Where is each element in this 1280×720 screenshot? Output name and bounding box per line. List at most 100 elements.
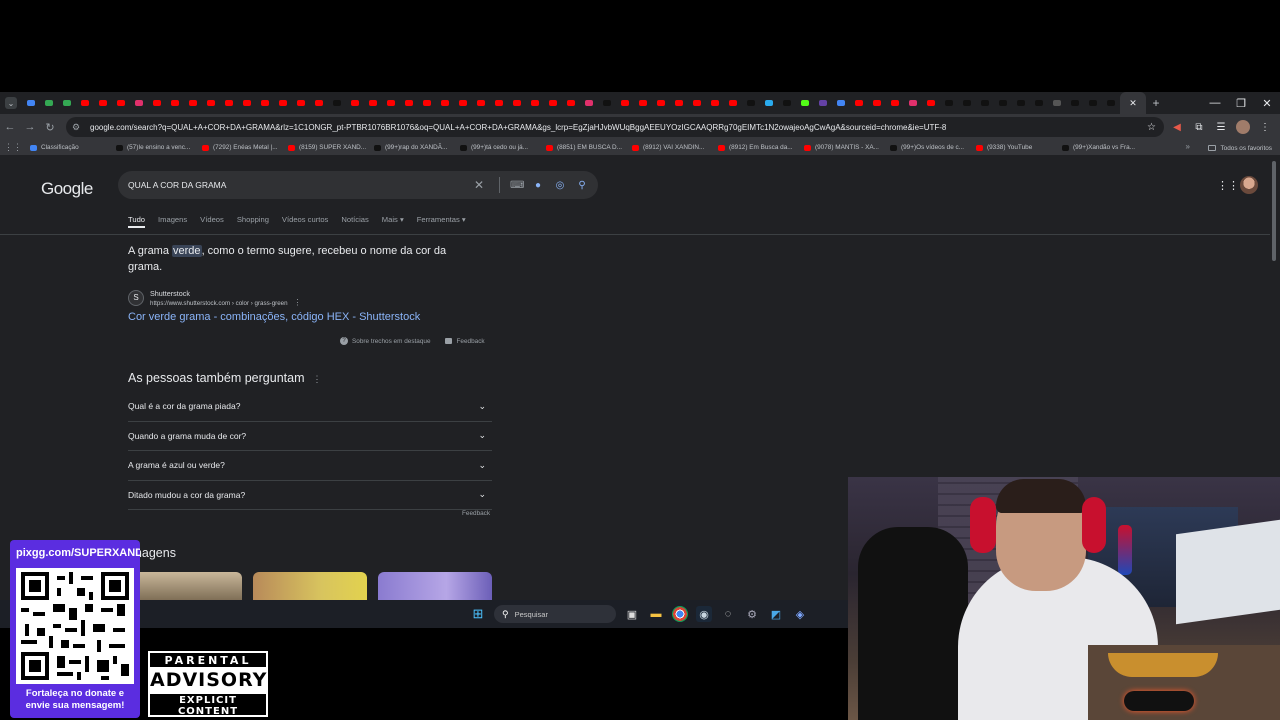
browser-tab[interactable] (418, 92, 436, 114)
windows-start-icon[interactable]: ⊞ (470, 606, 486, 622)
search-icon[interactable]: ⚲ (576, 180, 588, 191)
close-window-button[interactable]: ✕ (1254, 92, 1280, 114)
app-icon[interactable]: ◈ (792, 606, 808, 622)
bookmark-item[interactable]: (57)Ie ensino a venc... (112, 140, 198, 156)
browser-tab[interactable] (778, 92, 796, 114)
apps-grid-icon[interactable]: ⋮⋮ (0, 142, 26, 153)
browser-tab[interactable] (40, 92, 58, 114)
microphone-icon[interactable]: ● (532, 180, 544, 191)
browser-tab[interactable] (364, 92, 382, 114)
menu-icon[interactable]: ⋮ (1256, 118, 1274, 136)
reading-list-icon[interactable]: ☰ (1212, 118, 1230, 136)
image-thumbnail[interactable] (253, 572, 367, 602)
maximize-button[interactable]: ❐ (1228, 92, 1254, 114)
browser-tab[interactable] (832, 92, 850, 114)
search-tab[interactable]: Notícias (341, 213, 368, 233)
browser-tab[interactable] (994, 92, 1012, 114)
browser-tab[interactable] (274, 92, 292, 114)
bookmark-star-icon[interactable]: ☆ (1147, 122, 1156, 133)
image-thumbnail[interactable] (378, 572, 492, 602)
task-view-icon[interactable]: ▣ (624, 606, 640, 622)
browser-tab[interactable] (616, 92, 634, 114)
browser-tab[interactable] (256, 92, 274, 114)
browser-tab[interactable] (382, 92, 400, 114)
browser-tab[interactable] (130, 92, 148, 114)
search-tab[interactable]: Ferramentas ▾ (417, 213, 466, 233)
browser-tab[interactable] (886, 92, 904, 114)
result-link[interactable]: Cor verde grama - combinações, código HE… (128, 311, 420, 323)
browser-tab[interactable] (598, 92, 616, 114)
browser-tab[interactable] (958, 92, 976, 114)
browser-tab[interactable] (238, 92, 256, 114)
paa-question[interactable]: Qual é a cor da grama piada? ⌄ (128, 392, 492, 422)
bookmark-item[interactable]: (99+)tá cedo ou já... (456, 140, 542, 156)
browser-tab[interactable] (400, 92, 418, 114)
site-info-icon[interactable]: ⚙ (72, 122, 86, 133)
app-icon[interactable]: ◩ (768, 606, 784, 622)
all-bookmarks-button[interactable]: Todos os favoritos (1208, 140, 1272, 156)
browser-tab[interactable] (508, 92, 526, 114)
bookmark-item[interactable]: (9078) MANTIS - XA... (800, 140, 886, 156)
tab-search-button[interactable]: ⌄ (0, 92, 22, 114)
taskbar-search[interactable]: ⚲ Pesquisar (494, 605, 616, 623)
more-bookmarks-icon[interactable]: » (1186, 142, 1190, 151)
browser-tab[interactable] (310, 92, 328, 114)
bookmark-item[interactable]: (99+)Xandão vs Fra... (1058, 140, 1144, 156)
bookmark-item[interactable]: (99+)Os vídeos de c... (886, 140, 972, 156)
browser-tab[interactable] (76, 92, 94, 114)
paa-question[interactable]: Quando a grama muda de cor? ⌄ (128, 422, 492, 451)
scrollbar-thumb[interactable] (1272, 161, 1276, 261)
browser-tab[interactable] (760, 92, 778, 114)
search-tab[interactable]: Shopping (237, 213, 269, 233)
browser-tab[interactable] (202, 92, 220, 114)
chrome-icon[interactable] (672, 606, 688, 622)
browser-tab[interactable] (670, 92, 688, 114)
search-box[interactable]: ✕ ⌨ ● ◎ ⚲ (118, 171, 598, 199)
browser-tab[interactable] (814, 92, 832, 114)
clear-icon[interactable]: ✕ (473, 178, 485, 192)
more-options-icon[interactable]: ⋮ (312, 374, 321, 384)
snippet-source[interactable]: S Shutterstock https://www.shutterstock.… (128, 288, 302, 307)
search-tab[interactable]: Tudo (128, 213, 146, 228)
browser-tab[interactable] (688, 92, 706, 114)
browser-tab[interactable] (742, 92, 760, 114)
browser-tab[interactable] (868, 92, 886, 114)
browser-tab[interactable] (112, 92, 130, 114)
bookmark-item[interactable]: (7292) Enéas Metal |... (198, 140, 284, 156)
browser-tab[interactable] (634, 92, 652, 114)
browser-tab[interactable] (652, 92, 670, 114)
browser-tab[interactable] (562, 92, 580, 114)
browser-tab[interactable] (220, 92, 238, 114)
browser-tab[interactable] (580, 92, 598, 114)
obs-icon[interactable]: ◌ (720, 606, 736, 622)
browser-tab[interactable] (976, 92, 994, 114)
bookmark-item[interactable]: (8912) VAI XANDIN... (628, 140, 714, 156)
paa-question[interactable]: A grama é azul ou verde? ⌄ (128, 451, 492, 481)
camera-lens-icon[interactable]: ◎ (554, 180, 566, 191)
browser-tab[interactable] (1012, 92, 1030, 114)
search-tab[interactable]: Vídeos curtos (282, 213, 328, 233)
browser-tab[interactable] (490, 92, 508, 114)
browser-tab[interactable] (166, 92, 184, 114)
browser-tab[interactable] (1084, 92, 1102, 114)
reload-button[interactable]: ↻ (40, 114, 60, 140)
search-tab[interactable]: Imagens (158, 213, 187, 233)
profile-avatar[interactable] (1234, 118, 1252, 136)
paa-feedback-link[interactable]: Feedback (462, 510, 490, 517)
forward-button[interactable]: → (20, 114, 40, 140)
back-button[interactable]: ← (0, 114, 20, 140)
search-tab[interactable]: Vídeos (200, 213, 224, 233)
feedback-link[interactable]: Feedback (444, 338, 485, 345)
browser-tab[interactable] (940, 92, 958, 114)
url-text[interactable]: google.com/search?q=QUAL+A+COR+DA+GRAMA&… (86, 123, 1126, 132)
browser-tab[interactable] (1102, 92, 1120, 114)
bookmark-item[interactable]: (9338) YouTube (972, 140, 1058, 156)
page-scrollbar[interactable] (1272, 157, 1278, 277)
browser-tab[interactable] (328, 92, 346, 114)
browser-tab[interactable] (346, 92, 364, 114)
browser-tab[interactable] (724, 92, 742, 114)
more-options-icon[interactable]: ⋮ (294, 298, 302, 307)
browser-tab[interactable] (544, 92, 562, 114)
browser-tab[interactable] (436, 92, 454, 114)
extensions-icon[interactable]: ⧉ (1190, 118, 1208, 136)
